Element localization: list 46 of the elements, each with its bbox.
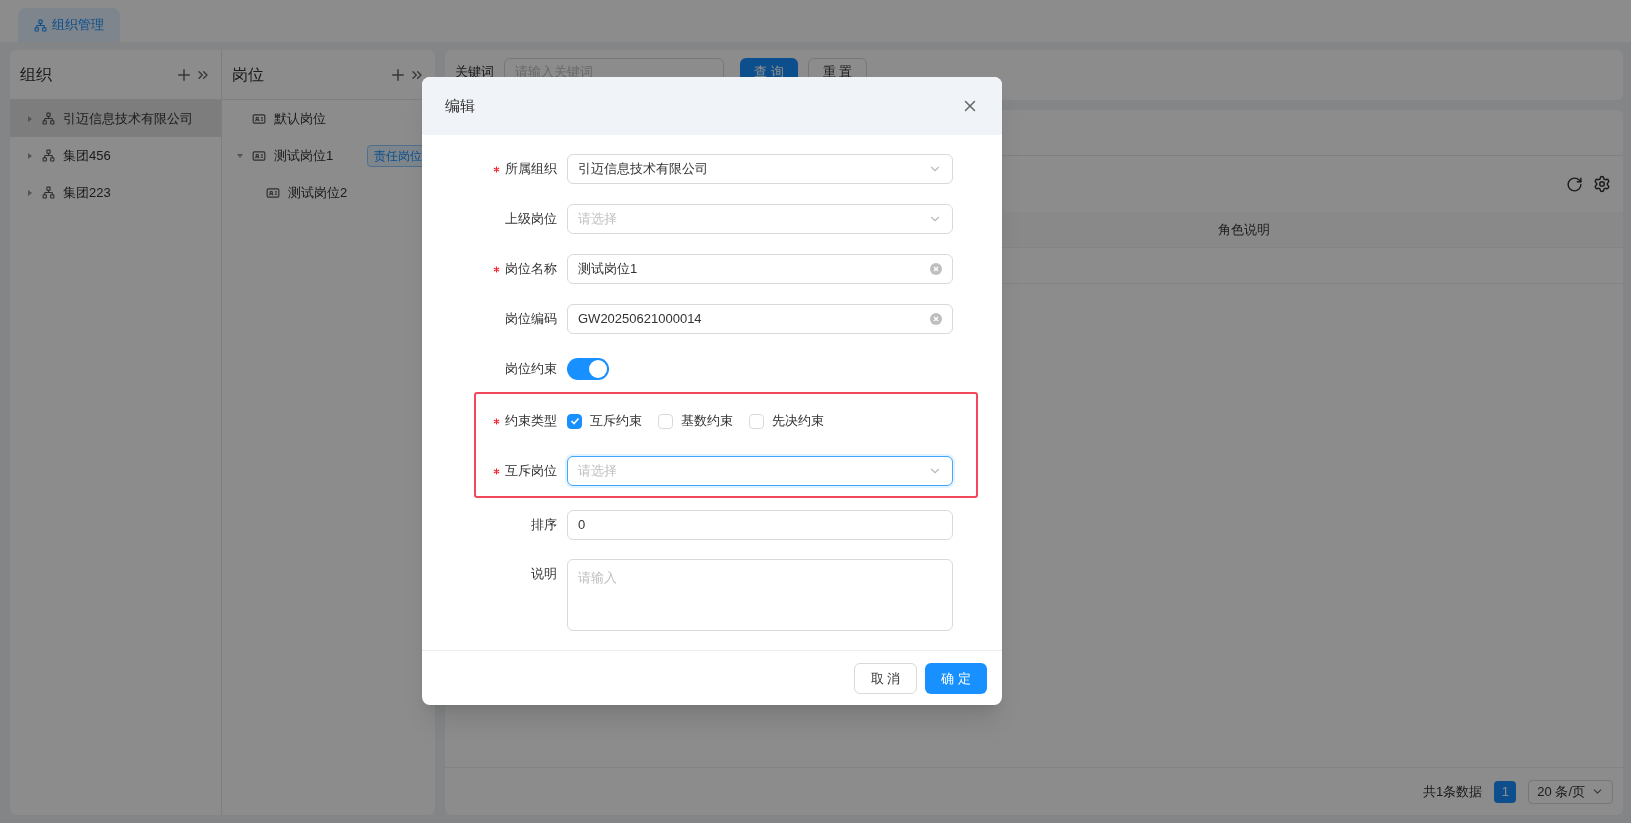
refresh-icon[interactable] bbox=[1566, 175, 1583, 193]
id-card-icon bbox=[266, 185, 280, 200]
field-label: 排序 bbox=[531, 516, 557, 535]
field-label: 所属组织 bbox=[505, 160, 557, 179]
field-label: 岗位名称 bbox=[505, 260, 557, 279]
input-field[interactable]: 测试岗位1 bbox=[567, 254, 953, 284]
caret-icon[interactable] bbox=[26, 188, 34, 197]
id-card-icon bbox=[252, 148, 266, 163]
checkbox-label: 互斥约束 bbox=[590, 412, 642, 431]
field-label: 约束类型 bbox=[505, 412, 557, 431]
field-label: 关键词 bbox=[455, 63, 494, 81]
field-label: 上级岗位 bbox=[505, 210, 557, 229]
tree-item[interactable]: 引迈信息技术有限公司 bbox=[10, 100, 221, 137]
clear-icon[interactable] bbox=[930, 263, 942, 275]
org-chart-icon bbox=[34, 18, 47, 32]
caret-icon[interactable] bbox=[26, 114, 34, 123]
select-field[interactable]: 引迈信息技术有限公司 bbox=[567, 154, 953, 184]
dialog-title: 编辑 bbox=[445, 95, 475, 116]
field-label: 互斥岗位 bbox=[505, 462, 557, 481]
clear-icon[interactable] bbox=[930, 313, 942, 325]
org-chart-icon bbox=[42, 149, 55, 162]
org-chart-icon bbox=[42, 112, 55, 125]
tree-item[interactable]: 默认岗位 bbox=[222, 100, 435, 137]
dialog-button[interactable]: 取 消 bbox=[853, 663, 918, 694]
column-header: 角色说明 bbox=[1218, 220, 1270, 239]
checkbox[interactable] bbox=[567, 413, 582, 429]
tree-item[interactable]: 测试岗位2 bbox=[222, 174, 435, 211]
settings-icon[interactable] bbox=[1593, 175, 1611, 193]
check-icon bbox=[569, 416, 580, 426]
panel-title: 组织 bbox=[20, 64, 52, 85]
org-chart-icon bbox=[42, 186, 55, 199]
field-label: 岗位约束 bbox=[505, 360, 557, 379]
checkbox-label: 先决约束 bbox=[772, 412, 824, 431]
dialog-button[interactable]: 确 定 bbox=[925, 663, 987, 694]
total-count: 共1条数据 bbox=[1423, 782, 1483, 801]
input-field[interactable]: GW20250621000014 bbox=[567, 304, 953, 334]
toggle-switch[interactable] bbox=[567, 358, 609, 380]
panel-title: 岗位 bbox=[232, 64, 264, 85]
caret-icon[interactable] bbox=[236, 151, 244, 160]
field-label: 岗位编码 bbox=[505, 310, 557, 329]
id-card-icon bbox=[252, 111, 266, 126]
checkbox-label: 基数约束 bbox=[681, 412, 733, 431]
caret-icon[interactable] bbox=[26, 151, 34, 160]
field-label: 说明 bbox=[531, 565, 557, 583]
input-field[interactable]: 0 bbox=[567, 510, 953, 540]
page-size-select[interactable]: 20 条/页 bbox=[1528, 779, 1613, 804]
